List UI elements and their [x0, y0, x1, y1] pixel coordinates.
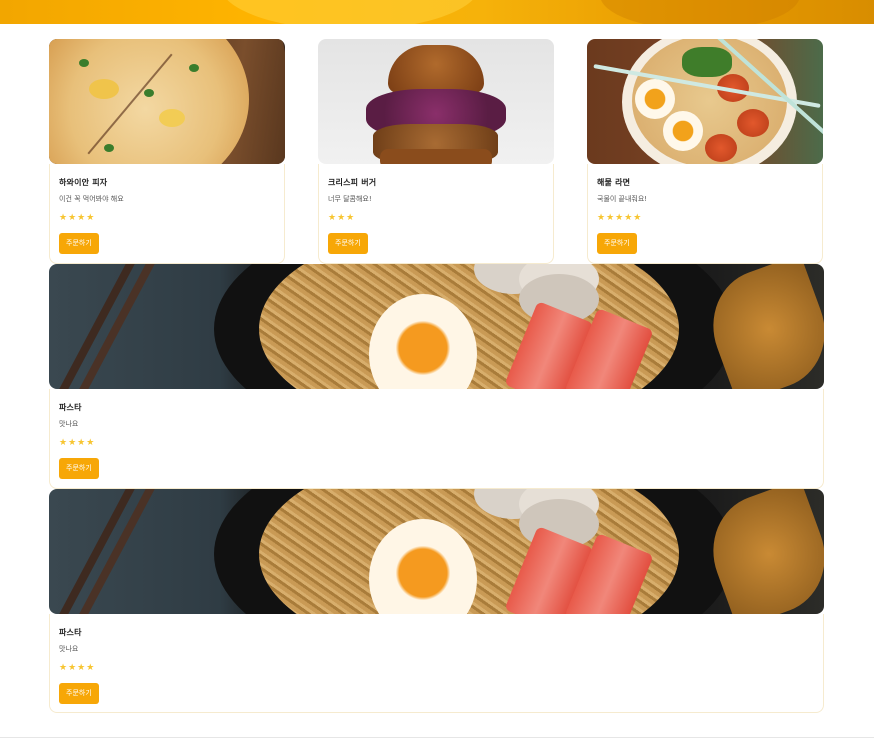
order-button[interactable]: 주문하기 [328, 233, 368, 254]
menu-card-body: 하와이안 피자 이건 꼭 먹어봐야 해요 ★★★★ 주문하기 [49, 164, 285, 264]
menu-card-title: 크리스피 버거 [328, 178, 377, 187]
banner-decoration [220, 0, 480, 24]
order-button[interactable]: 주문하기 [59, 233, 99, 254]
rating-stars: ★★★★★ [597, 213, 643, 223]
menu-card-title: 해물 라면 [597, 178, 631, 187]
order-button[interactable]: 주문하기 [59, 683, 99, 704]
menu-card: 파스타 맛나요 ★★★★ 주문하기 [49, 489, 824, 713]
rating-stars: ★★★ [328, 213, 356, 223]
menu-card-description: 이건 꼭 먹어봐야 해요 [59, 195, 124, 203]
hero-banner [0, 0, 874, 24]
menu-card-title: 하와이안 피자 [59, 178, 108, 187]
menu-card-body: 파스타 맛나요 ★★★★ 주문하기 [49, 389, 824, 489]
menu-card: 해물 라면 국물이 끝내줘요! ★★★★★ 주문하기 [587, 39, 823, 264]
banner-decoration [600, 0, 800, 24]
menu-card-title: 파스타 [59, 628, 82, 637]
menu-card-body: 크리스피 버거 너무 달콤해요! ★★★ 주문하기 [318, 164, 554, 264]
menu-card-description: 맛나요 [59, 645, 79, 653]
menu-card-description: 국물이 끝내줘요! [597, 195, 648, 203]
rating-stars: ★★★★ [59, 438, 96, 448]
footer-divider [0, 737, 874, 738]
rating-stars: ★★★★ [59, 663, 96, 673]
menu-card-description: 맛나요 [59, 420, 79, 428]
menu-card: 파스타 맛나요 ★★★★ 주문하기 [49, 264, 824, 489]
menu-card-image[interactable] [49, 39, 285, 164]
menu-card-image[interactable] [49, 264, 824, 389]
rating-stars: ★★★★ [59, 213, 96, 223]
order-button[interactable]: 주문하기 [59, 458, 99, 479]
menu-card-title: 파스타 [59, 403, 82, 412]
menu-card-body: 파스타 맛나요 ★★★★ 주문하기 [49, 614, 824, 713]
menu-card: 크리스피 버거 너무 달콤해요! ★★★ 주문하기 [318, 39, 554, 264]
order-button[interactable]: 주문하기 [597, 233, 637, 254]
menu-card: 하와이안 피자 이건 꼭 먹어봐야 해요 ★★★★ 주문하기 [49, 39, 285, 264]
menu-card-image[interactable] [318, 39, 554, 164]
menu-card-body: 해물 라면 국물이 끝내줘요! ★★★★★ 주문하기 [587, 164, 823, 264]
menu-card-image[interactable] [49, 489, 824, 614]
menu-card-description: 너무 달콤해요! [328, 195, 372, 203]
menu-card-image[interactable] [587, 39, 823, 164]
